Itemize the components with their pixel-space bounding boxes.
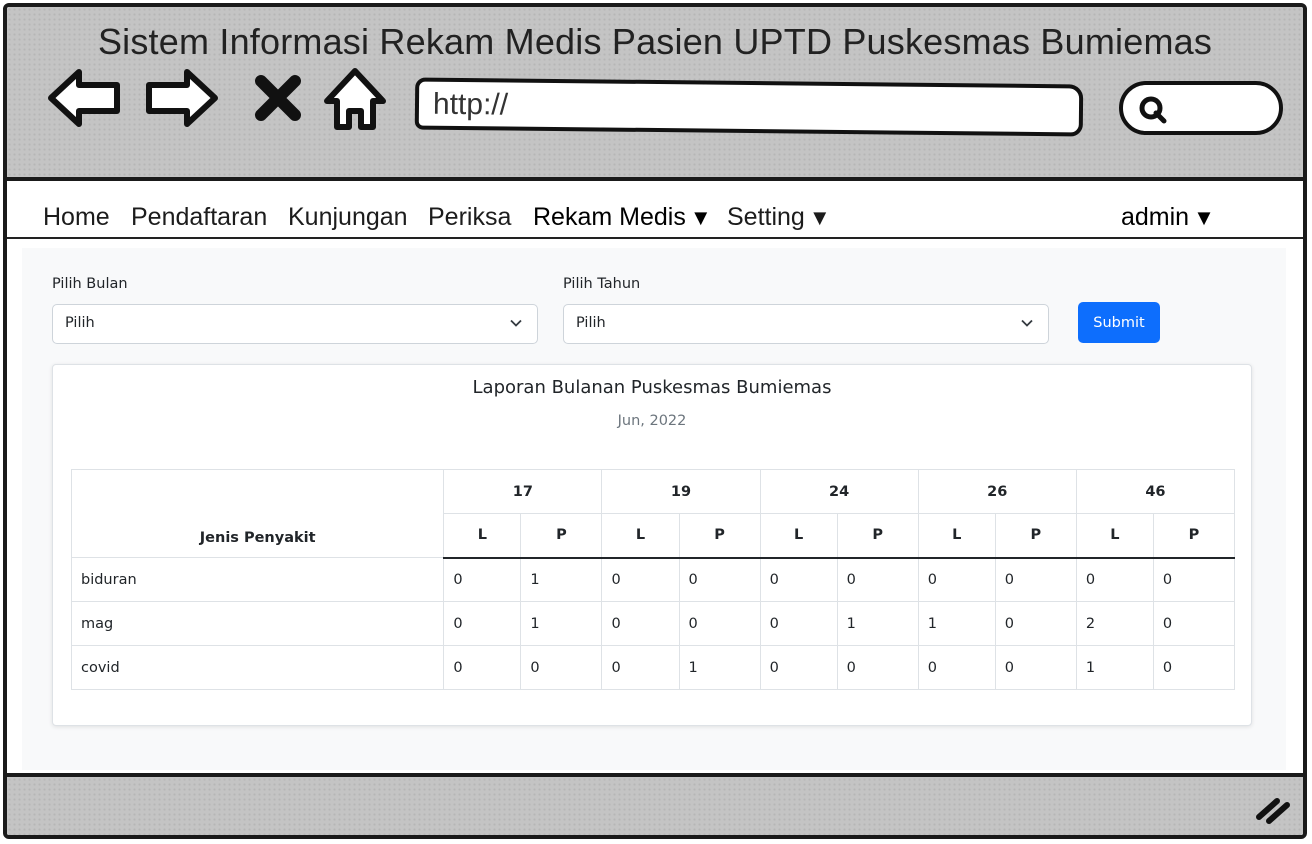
home-icon[interactable] <box>319 63 391 133</box>
menu-item-kunjungan[interactable]: Kunjungan <box>288 203 408 232</box>
group-header: 19 <box>601 469 761 514</box>
caret-down-icon: ▼ <box>808 205 831 230</box>
browser-statusbar <box>7 773 1303 835</box>
browser-search-box[interactable] <box>1119 81 1283 135</box>
count-cell: 0 <box>443 601 522 646</box>
count-cell: 0 <box>994 601 1077 646</box>
resize-grip-icon[interactable] <box>1253 791 1293 827</box>
group-header: 46 <box>1075 469 1236 514</box>
count-cell: 0 <box>759 601 838 646</box>
gender-header-p: P <box>994 513 1077 559</box>
count-cell: 0 <box>759 557 838 602</box>
header-row-groups: Jenis Penyakit 17 19 24 26 46 <box>70 469 1236 558</box>
user-name: admin <box>1121 203 1190 231</box>
report-table: Jenis Penyakit 17 19 24 26 46 LPLPLPLPLP bid… <box>70 469 1236 690</box>
count-cell: 0 <box>1152 645 1236 690</box>
main-menu: Home Pendaftaran Kunjungan Periksa Rekam… <box>7 181 1303 239</box>
count-cell: 1 <box>520 557 603 602</box>
table-row: mag 0 1 0 0 0 1 1 0 2 0 <box>70 601 1236 646</box>
count-cell: 0 <box>520 645 603 690</box>
table-row: covid 0 0 0 1 0 0 0 0 1 0 <box>70 645 1236 690</box>
gender-header-l: L <box>443 513 522 559</box>
count-cell: 1 <box>678 645 761 690</box>
count-cell: 0 <box>994 645 1077 690</box>
submit-button[interactable]: Submit <box>1078 302 1160 343</box>
stop-close-icon[interactable] <box>243 63 313 133</box>
group-header: 26 <box>917 469 1077 514</box>
count-cell: 1 <box>1075 645 1154 690</box>
menu-item-label: Setting <box>727 203 805 231</box>
url-text: http:// <box>432 87 509 122</box>
report-period: Jun, 2022 <box>617 413 687 429</box>
count-cell: 2 <box>1075 601 1154 646</box>
group-header: 17 <box>443 469 603 514</box>
browser-window: Sistem Informasi Rekam Medis Pasien UPTD… <box>3 3 1307 839</box>
gender-header-l: L <box>917 513 996 559</box>
count-cell: 1 <box>917 601 996 646</box>
count-cell: 0 <box>1075 557 1154 602</box>
count-cell: 0 <box>836 557 919 602</box>
count-cell: 0 <box>1152 601 1236 646</box>
table-row: biduran 0 1 0 0 0 0 0 0 0 0 <box>70 557 1236 602</box>
count-cell: 0 <box>443 645 522 690</box>
url-bar[interactable]: http:// <box>414 77 1084 137</box>
search-icon <box>1139 96 1167 124</box>
month-select[interactable]: Pilih <box>52 304 538 344</box>
main-content: Pilih Bulan Pilih Pilih Tahun Pilih Subm… <box>22 248 1286 770</box>
caret-down-icon: ▼ <box>1193 205 1215 230</box>
count-cell: 0 <box>678 601 761 646</box>
count-cell: 0 <box>601 645 680 690</box>
count-cell: 0 <box>1152 557 1236 602</box>
gender-header-l: L <box>759 513 838 559</box>
count-cell: 0 <box>759 645 838 690</box>
year-select[interactable]: Pilih <box>563 304 1049 344</box>
report-card: Laporan Bulanan Puskesmas Bumiemas Jun, … <box>52 364 1252 726</box>
disease-name: biduran <box>70 557 445 602</box>
count-cell: 0 <box>443 557 522 602</box>
menu-item-rekam-medis[interactable]: Rekam Medis ▼ <box>533 203 712 232</box>
menu-item-setting[interactable]: Setting ▼ <box>727 203 831 232</box>
browser-titlebar: Sistem Informasi Rekam Medis Pasien UPTD… <box>7 7 1303 181</box>
gender-header-l: L <box>1075 513 1154 559</box>
count-cell: 0 <box>994 557 1077 602</box>
menu-item-label: Rekam Medis <box>533 203 686 231</box>
chevron-down-icon <box>1021 319 1033 327</box>
disease-header: Jenis Penyakit <box>70 469 445 558</box>
count-cell: 1 <box>836 601 919 646</box>
year-label: Pilih Tahun <box>563 276 641 292</box>
menu-item-label: Kunjungan <box>288 203 408 231</box>
caret-down-icon: ▼ <box>689 205 712 230</box>
gender-header-p: P <box>1152 513 1236 559</box>
menu-item-pendaftaran[interactable]: Pendaftaran <box>131 203 267 232</box>
count-cell: 0 <box>917 557 996 602</box>
window-title: Sistem Informasi Rekam Medis Pasien UPTD… <box>97 21 1213 62</box>
gender-header-p: P <box>836 513 919 559</box>
count-cell: 0 <box>601 557 680 602</box>
forward-arrow-icon[interactable] <box>141 63 221 133</box>
month-select-value: Pilih <box>65 315 95 331</box>
user-menu[interactable]: admin ▼ <box>1121 203 1215 232</box>
disease-name: covid <box>70 645 445 690</box>
gender-header-p: P <box>678 513 761 559</box>
count-cell: 1 <box>520 601 603 646</box>
month-label: Pilih Bulan <box>52 276 128 292</box>
back-arrow-icon[interactable] <box>45 63 125 133</box>
report-title: Laporan Bulanan Puskesmas Bumiemas <box>472 377 832 398</box>
count-cell: 0 <box>836 645 919 690</box>
group-header: 24 <box>759 469 919 514</box>
menu-item-label: Home <box>43 203 110 231</box>
count-cell: 0 <box>678 557 761 602</box>
menu-item-label: Periksa <box>428 203 512 231</box>
count-cell: 0 <box>601 601 680 646</box>
year-select-value: Pilih <box>576 315 606 331</box>
gender-header-p: P <box>520 513 603 559</box>
menu-item-periksa[interactable]: Periksa <box>428 203 511 232</box>
disease-name: mag <box>70 601 445 646</box>
chevron-down-icon <box>510 319 522 327</box>
menu-item-home[interactable]: Home <box>43 203 110 232</box>
report-body: biduran 0 1 0 0 0 0 0 0 0 0 mag 0 1 0 0 0 1 1 0 2 0 covid 0 0 0 1 0… <box>70 557 1236 690</box>
count-cell: 0 <box>917 645 996 690</box>
gender-header-l: L <box>601 513 680 559</box>
menu-item-label: Pendaftaran <box>131 203 268 231</box>
